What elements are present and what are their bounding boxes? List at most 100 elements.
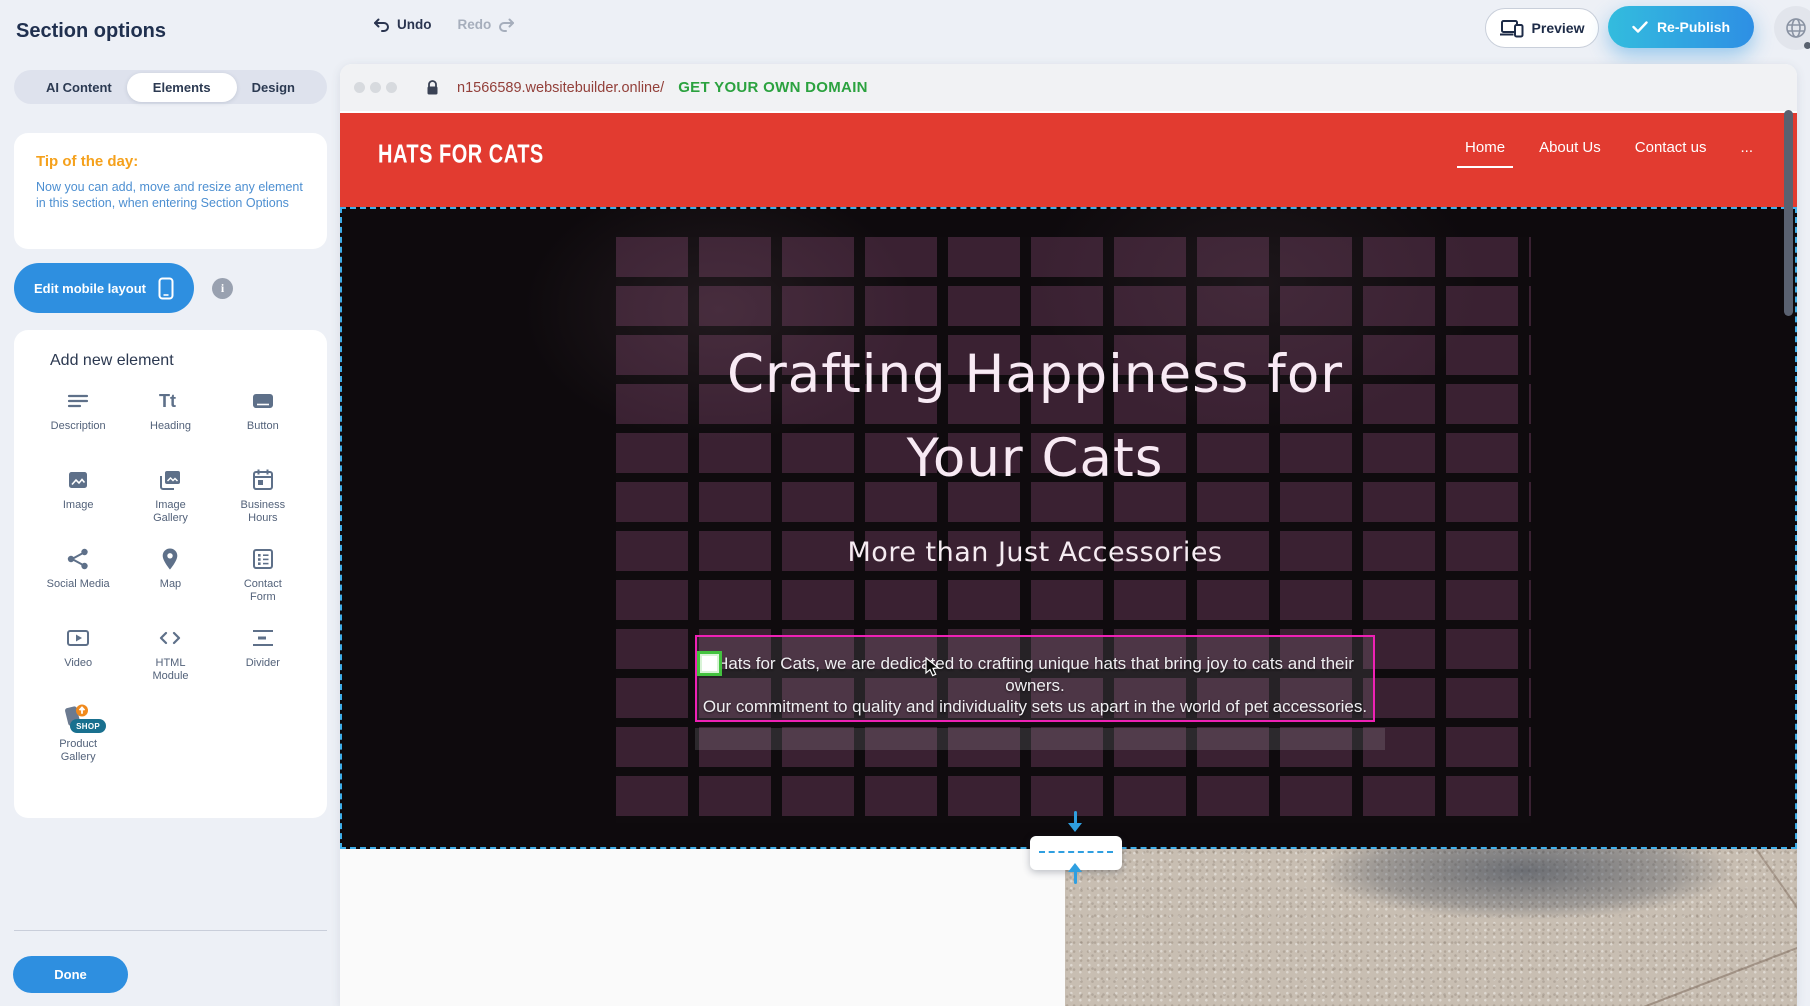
mouse-cursor	[925, 657, 940, 678]
site-preview-window: n1566589.websitebuilder.online/ GET YOUR…	[340, 64, 1797, 1006]
heading-icon: Tt	[157, 388, 183, 414]
redo-label: Redo	[458, 17, 492, 32]
tip-of-the-day-card: Tip of the day: Now you can add, move an…	[14, 133, 327, 249]
element-heading[interactable]: Tt Heading	[124, 388, 216, 452]
element-image[interactable]: Image	[32, 467, 124, 531]
element-grid: Description Tt Heading Button Image Imag…	[32, 388, 309, 768]
tab-design[interactable]: Design	[242, 73, 305, 102]
element-divider[interactable]: Divider	[217, 625, 309, 689]
arrow-down-icon	[1068, 811, 1082, 833]
element-contact-form[interactable]: Contact Form	[217, 546, 309, 610]
done-button[interactable]: Done	[13, 956, 128, 993]
element-image-gallery[interactable]: Image Gallery	[124, 467, 216, 531]
nav-more-menu[interactable]: ...	[1740, 139, 1753, 168]
element-resize-handle[interactable]	[697, 651, 722, 676]
element-label: HTML Module	[152, 657, 188, 683]
edit-mobile-label: Edit mobile layout	[34, 281, 146, 296]
traffic-dot	[386, 82, 397, 93]
hero-title[interactable]: Crafting Happiness for Your Cats	[660, 333, 1410, 501]
divider-icon	[250, 625, 276, 651]
add-element-title: Add new element	[50, 352, 174, 370]
element-description[interactable]: Description	[32, 388, 124, 452]
traffic-dot	[354, 82, 365, 93]
devices-icon	[1500, 19, 1524, 38]
element-label: Business Hours	[241, 499, 286, 525]
element-label: Button	[247, 420, 279, 433]
hero-paragraph[interactable]: Hats for Cats, we are dedicated to craft…	[693, 653, 1377, 718]
element-map[interactable]: Map	[124, 546, 216, 610]
sidebar-divider	[14, 930, 327, 931]
element-label: Map	[160, 578, 181, 591]
page-title: Section options	[16, 20, 166, 43]
globe-badge-dot	[1804, 42, 1810, 49]
map-pin-icon	[157, 546, 183, 572]
section-options-editor: Section options Undo Redo Preview Re-Pub…	[0, 0, 1810, 1006]
floor-photo-background	[1065, 849, 1797, 1006]
browser-chrome: n1566589.websitebuilder.online/ GET YOUR…	[340, 64, 1797, 111]
undo-icon	[372, 18, 390, 32]
nav-contact-us[interactable]: Contact us	[1635, 139, 1707, 168]
contact-form-icon	[250, 546, 276, 572]
undo-button[interactable]: Undo	[372, 17, 432, 32]
redo-button[interactable]: Redo	[458, 17, 517, 32]
element-label: Product Gallery	[59, 738, 97, 764]
element-label: Heading	[150, 420, 191, 433]
code-icon	[157, 625, 183, 651]
hero-section-selected[interactable]: Crafting Happiness for Your Cats More th…	[340, 207, 1797, 849]
element-business-hours[interactable]: Business Hours	[217, 467, 309, 531]
element-social-media[interactable]: Social Media	[32, 546, 124, 610]
handle-dashes	[1039, 851, 1113, 853]
site-logo[interactable]: HATS FOR CATS	[378, 141, 544, 171]
edit-mobile-layout-button[interactable]: Edit mobile layout	[14, 263, 194, 313]
element-product-gallery[interactable]: SHOP Product Gallery	[32, 704, 124, 768]
nav-home[interactable]: Home	[1465, 139, 1505, 168]
element-button[interactable]: Button	[217, 388, 309, 452]
tip-body: Now you can add, move and resize any ele…	[36, 179, 305, 211]
hero-title-line1: Crafting Happiness for	[660, 333, 1410, 417]
lock-icon	[426, 79, 439, 96]
preview-label: Preview	[1532, 20, 1585, 36]
hero-paragraph-line1: Hats for Cats, we are dedicated to craft…	[693, 653, 1377, 696]
button-icon	[250, 388, 276, 414]
info-button[interactable]: i	[212, 278, 233, 299]
arrow-up-icon	[1068, 863, 1082, 885]
traffic-dot	[370, 82, 381, 93]
hero-paragraph-line2: Our commitment to quality and individual…	[693, 696, 1377, 718]
shop-badge: SHOP	[70, 719, 106, 733]
element-video[interactable]: Video	[32, 625, 124, 689]
text-block-ghost	[695, 728, 1385, 750]
tip-title: Tip of the day:	[36, 153, 305, 170]
social-media-icon	[65, 546, 91, 572]
preview-button[interactable]: Preview	[1485, 8, 1599, 48]
element-label: Image	[63, 499, 94, 512]
element-label: Description	[51, 420, 106, 433]
address-url[interactable]: n1566589.websitebuilder.online/	[457, 80, 664, 96]
tab-ai-content[interactable]: AI Content	[36, 73, 122, 102]
undo-label: Undo	[397, 17, 432, 32]
phone-icon	[158, 277, 174, 300]
get-domain-link[interactable]: GET YOUR OWN DOMAIN	[678, 79, 868, 96]
image-gallery-icon	[157, 467, 183, 493]
sidebar-tabs: AI Content Elements Design	[14, 70, 327, 104]
svg-text:Tt: Tt	[159, 391, 176, 411]
republish-button[interactable]: Re-Publish	[1608, 6, 1754, 48]
hero-subtitle[interactable]: More than Just Accessories	[660, 537, 1410, 568]
floor-shadow	[1245, 849, 1797, 949]
element-label: Video	[64, 657, 92, 670]
undo-redo-group: Undo Redo	[372, 17, 516, 32]
element-label: Image Gallery	[153, 499, 188, 525]
check-icon	[1632, 21, 1648, 33]
site-header: HATS FOR CATS Home About Us Contact us .…	[340, 113, 1797, 207]
tab-elements[interactable]: Elements	[127, 73, 237, 102]
next-section-white-area	[340, 849, 1065, 1006]
add-element-panel: Add new element Description Tt Heading B…	[14, 330, 327, 818]
product-gallery-icon: SHOP	[58, 704, 98, 732]
page-scrollbar[interactable]	[1784, 110, 1793, 316]
redo-icon	[498, 18, 516, 32]
element-html-module[interactable]: HTML Module	[124, 625, 216, 689]
element-label: Divider	[246, 657, 280, 670]
element-label: Contact Form	[244, 578, 282, 604]
nav-about-us[interactable]: About Us	[1539, 139, 1601, 168]
video-icon	[65, 625, 91, 651]
image-icon	[65, 467, 91, 493]
